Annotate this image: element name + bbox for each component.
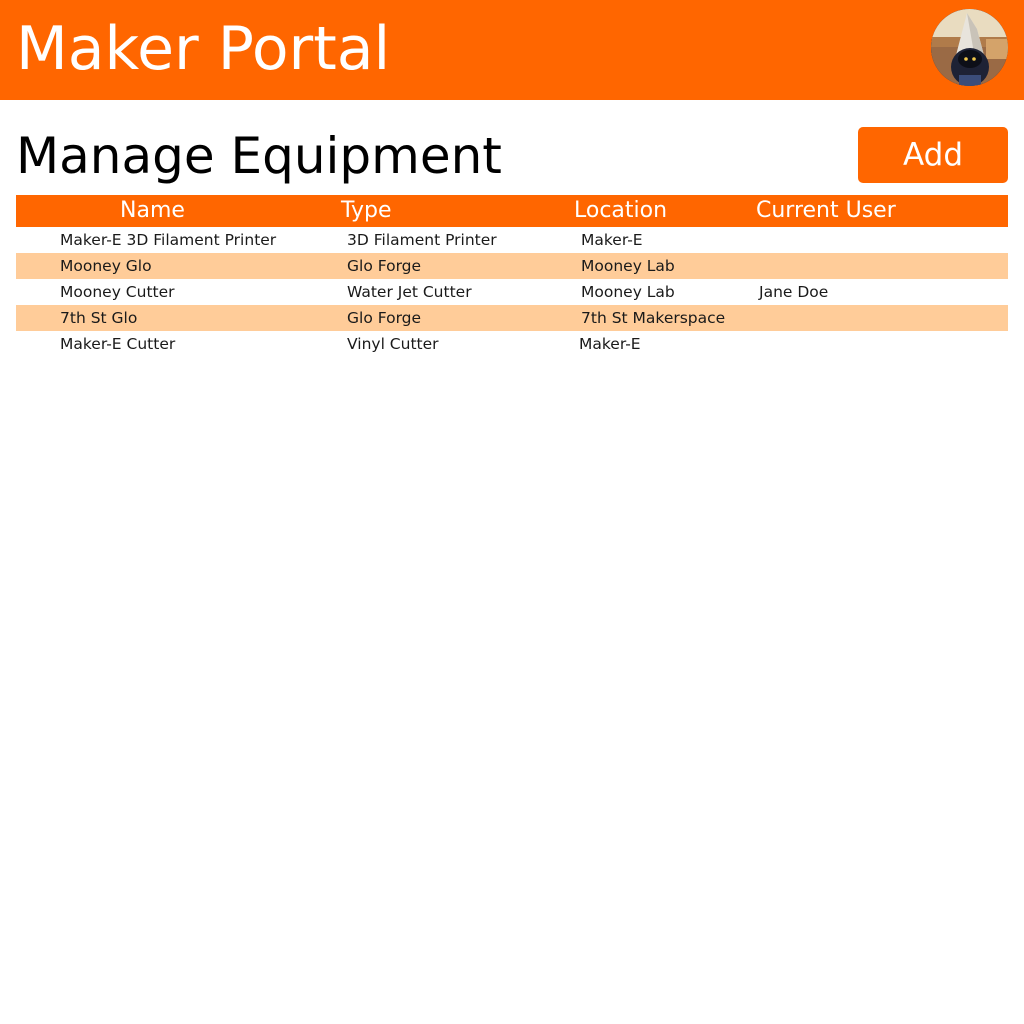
cell-type: Vinyl Cutter xyxy=(347,335,439,353)
cell-name: Maker-E Cutter xyxy=(60,335,176,353)
cell-name: 7th St Glo xyxy=(60,309,138,327)
equipment-table: Name Type Location Current User Maker-E … xyxy=(16,195,1008,357)
user-avatar-icon[interactable] xyxy=(931,9,1008,86)
cell-location: Mooney Lab xyxy=(581,283,675,301)
cell-type: Water Jet Cutter xyxy=(347,283,472,301)
table-row[interactable]: Mooney Glo Glo Forge Mooney Lab xyxy=(16,253,1008,279)
table-row[interactable]: Maker-E Cutter Vinyl Cutter Maker-E xyxy=(16,331,1008,357)
avatar-image xyxy=(931,9,1008,86)
cell-name: Mooney Glo xyxy=(60,257,152,275)
app-title: Maker Portal xyxy=(16,14,391,84)
table-row[interactable]: Maker-E 3D Filament Printer 3D Filament … xyxy=(16,227,1008,253)
app-header: Maker Portal xyxy=(0,0,1024,100)
table-header: Name Type Location Current User xyxy=(16,195,1008,227)
cell-name: Maker-E 3D Filament Printer xyxy=(60,231,277,249)
page-title: Manage Equipment xyxy=(16,127,502,185)
cell-type: Glo Forge xyxy=(347,257,422,275)
column-header-type[interactable]: Type xyxy=(341,195,392,227)
cell-name: Mooney Cutter xyxy=(60,283,175,301)
cell-location: 7th St Makerspace xyxy=(581,309,726,327)
cell-type: Glo Forge xyxy=(347,309,422,327)
table-row[interactable]: Mooney Cutter Water Jet Cutter Mooney La… xyxy=(16,279,1008,305)
cell-location: Mooney Lab xyxy=(581,257,675,275)
column-header-name[interactable]: Name xyxy=(120,195,185,227)
column-header-current-user[interactable]: Current User xyxy=(756,195,896,227)
add-equipment-button[interactable]: Add xyxy=(858,127,1008,183)
cell-location: Maker-E xyxy=(579,335,641,353)
cell-current-user: Jane Doe xyxy=(759,283,829,301)
table-row[interactable]: 7th St Glo Glo Forge 7th St Makerspace xyxy=(16,305,1008,331)
column-header-location[interactable]: Location xyxy=(574,195,667,227)
cell-type: 3D Filament Printer xyxy=(347,231,497,249)
cell-location: Maker-E xyxy=(581,231,643,249)
